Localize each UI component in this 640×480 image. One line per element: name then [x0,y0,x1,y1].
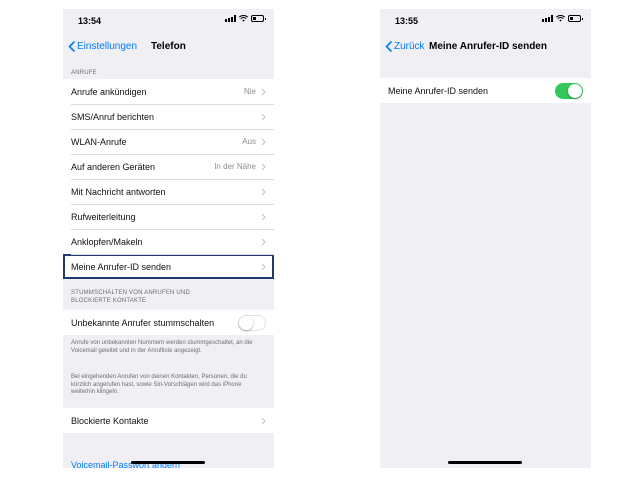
calls-group: Anrufe ankündigen Nie SMS/Anruf berichte… [63,79,274,279]
battery-icon [251,15,266,22]
section-header-mute-line1: STUMMSCHALTEN VON ANRUFEN UND [71,290,191,296]
row-mit-nachricht-antworten[interactable]: Mit Nachricht antworten [63,179,274,204]
status-time: 13:55 [395,16,419,26]
mute-footer-1: Anrufe von unbekannten Nummern werden st… [71,340,253,354]
wifi-icon [556,15,565,22]
back-button[interactable]: Einstellungen [68,41,137,52]
mute-group: Unbekannte Anrufer stummschalten [63,310,274,335]
row-wlan-anrufe[interactable]: WLAN-Anrufe Aus [63,129,274,154]
row-meine-anrufer-id-senden: Meine Anrufer-ID senden [380,78,591,103]
row-value: Aus [242,137,256,146]
row-value: Nie [243,87,256,96]
home-indicator [131,461,205,464]
row-meine-anrufer-id-senden[interactable]: Meine Anrufer-ID senden [63,254,274,279]
chevron-right-icon [261,213,266,220]
row-label: WLAN-Anrufe [71,136,127,147]
row-sms-anruf-berichten[interactable]: SMS/Anruf berichten [63,104,274,129]
chevron-right-icon [261,263,266,270]
chevron-right-icon [261,238,266,245]
navigation-bar: Einstellungen Telefon [63,31,274,65]
row-anklopfen-makeln[interactable]: Anklopfen/Makeln [63,229,274,254]
back-button-label: Einstellungen [77,41,138,52]
row-label: Meine Anrufer-ID senden [388,85,489,96]
row-anrufe-ankuendigen[interactable]: Anrufe ankündigen Nie [63,79,274,104]
row-label: SMS/Anruf berichten [71,111,155,122]
back-button-label: Zurück [394,41,425,52]
row-label: Blockierte Kontakte [71,415,149,426]
mute-footer-2: Bei eingehenden Anrufen von deinen Konta… [71,374,247,395]
signal-icon [542,15,553,22]
chevron-right-icon [261,188,266,195]
home-indicator [448,461,522,464]
blocked-group: Blockierte Kontakte [63,408,274,433]
status-bar: 13:54 [63,9,274,31]
section-header-calls: ANRUFE [71,70,97,76]
battery-icon [568,15,583,22]
status-icons [542,15,583,22]
caller-id-group: Meine Anrufer-ID senden [380,78,591,103]
row-label: Anrufe ankündigen [71,86,147,97]
toggle-knob [568,83,582,98]
phone-caller-id-screen: 13:55 Zurück Meine Anrufer-ID senden Mei… [380,9,591,468]
chevron-left-icon [68,41,75,52]
wifi-icon [239,15,248,22]
chevron-right-icon [261,417,266,424]
phone-settings-screen: 13:54 Einstellungen Telefon ANRUFE Anruf… [63,9,274,468]
status-bar: 13:55 [380,9,591,31]
row-blockierte-kontakte[interactable]: Blockierte Kontakte [63,408,274,433]
status-icons [225,15,266,22]
section-header-mute: STUMMSCHALTEN VON ANRUFEN UND BLOCKIERTE… [71,289,190,305]
row-unbekannte-anrufer-stummschalten: Unbekannte Anrufer stummschalten [63,310,274,335]
caller-id-toggle[interactable] [555,82,583,99]
mute-unknown-toggle[interactable] [238,314,266,331]
back-button[interactable]: Zurück [385,41,425,52]
toggle-knob [239,315,253,330]
row-label: Rufweiterleitung [71,211,136,222]
chevron-left-icon [385,41,392,52]
chevron-right-icon [261,163,266,170]
chevron-right-icon [261,88,266,95]
page-title: Telefon [151,41,186,52]
row-auf-anderen-geraeten[interactable]: Auf anderen Geräten In der Nähe [63,154,274,179]
row-label: Meine Anrufer-ID senden [71,261,172,272]
navigation-bar: Zurück Meine Anrufer-ID senden [380,31,591,65]
row-rufweiterleitung[interactable]: Rufweiterleitung [63,204,274,229]
row-label: Anklopfen/Makeln [71,236,143,247]
row-label: Unbekannte Anrufer stummschalten [71,317,215,328]
chevron-right-icon [261,138,266,145]
signal-icon [225,15,236,22]
row-value: In der Nähe [214,162,256,171]
row-label: Mit Nachricht antworten [71,186,166,197]
section-header-mute-line2: BLOCKIERTE KONTAKTE [71,298,147,304]
status-time: 13:54 [78,16,102,26]
row-label: Auf anderen Geräten [71,161,156,172]
chevron-right-icon [261,113,266,120]
page-title: Meine Anrufer-ID senden [429,41,547,52]
